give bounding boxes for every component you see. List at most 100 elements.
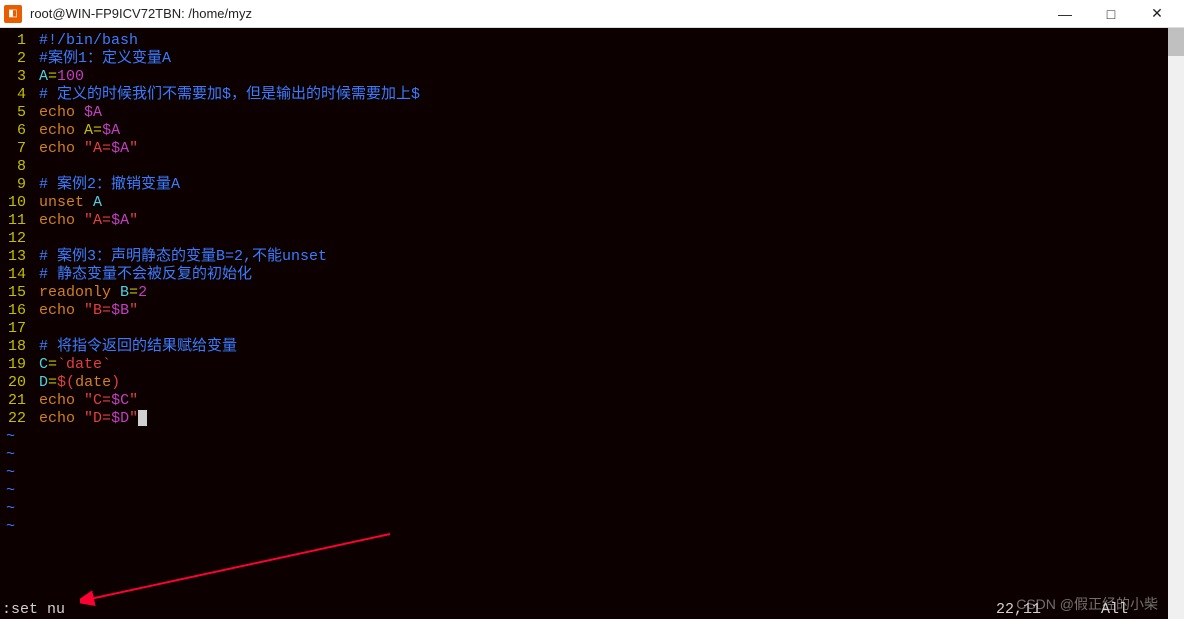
- code-line: 5 echo $A: [0, 104, 1184, 122]
- code-line: 15 readonly B=2: [0, 284, 1184, 302]
- code-segment: # 定义的时候我们不需要加$，但是输出的时候需要加上$: [39, 86, 420, 104]
- code-line: 1 #!/bin/bash: [0, 32, 1184, 50]
- vim-tilde-line: ~: [0, 428, 1184, 446]
- code-line: 18 # 将指令返回的结果赋给变量: [0, 338, 1184, 356]
- text-cursor: [138, 410, 147, 426]
- code-line: 16 echo "B=$B": [0, 302, 1184, 320]
- close-button[interactable]: ✕: [1134, 0, 1180, 28]
- code-line: 8: [0, 158, 1184, 176]
- code-segment: $A: [84, 104, 102, 122]
- code-segment: #案例1：定义变量A: [39, 50, 171, 68]
- code-segment: D=: [93, 410, 111, 428]
- code-segment: echo: [39, 212, 84, 230]
- line-number: 5: [0, 104, 30, 122]
- line-number: 4: [0, 86, 30, 104]
- code-line: 11 echo "A=$A": [0, 212, 1184, 230]
- code-line: 12: [0, 230, 1184, 248]
- line-number: 16: [0, 302, 30, 320]
- code-segment: echo: [39, 104, 84, 122]
- code-segment: D: [39, 374, 48, 392]
- code-line: 4 # 定义的时候我们不需要加$，但是输出的时候需要加上$: [0, 86, 1184, 104]
- code-segment: date: [75, 374, 111, 392]
- code-segment: # 静态变量不会被反复的初始化: [39, 266, 252, 284]
- app-icon: ◧: [4, 5, 22, 23]
- terminal-area[interactable]: 1 #!/bin/bash2 #案例1：定义变量A3 A=1004 # 定义的时…: [0, 28, 1184, 619]
- vertical-scrollbar[interactable]: [1168, 28, 1184, 619]
- code-segment: ": [84, 302, 93, 320]
- line-number: 18: [0, 338, 30, 356]
- line-number: 3: [0, 68, 30, 86]
- code-segment: ": [84, 212, 93, 230]
- code-line: 7 echo "A=$A": [0, 140, 1184, 158]
- code-segment: ": [129, 140, 138, 158]
- vim-tilde-line: ~: [0, 446, 1184, 464]
- line-number: 15: [0, 284, 30, 302]
- code-segment: $D: [111, 410, 129, 428]
- vim-status-line: :set nu 22,11 All: [0, 601, 1168, 619]
- code-segment: $(: [57, 374, 75, 392]
- code-line: 17: [0, 320, 1184, 338]
- window-title-bar: ◧ root@WIN-FP9ICV72TBN: /home/myz — □ ✕: [0, 0, 1184, 28]
- watermark-text: CSDN @假正经的小柴: [1016, 595, 1158, 613]
- code-segment: ": [84, 392, 93, 410]
- code-segment: B=: [93, 302, 111, 320]
- line-number: 13: [0, 248, 30, 266]
- code-segment: ": [129, 392, 138, 410]
- code-segment: echo: [39, 302, 84, 320]
- code-line: 3 A=100: [0, 68, 1184, 86]
- line-number: 20: [0, 374, 30, 392]
- code-segment: ": [129, 410, 138, 428]
- line-number: 2: [0, 50, 30, 68]
- annotation-arrow: [80, 529, 400, 609]
- code-segment: ": [129, 212, 138, 230]
- code-segment: $A: [111, 212, 129, 230]
- line-number: 22: [0, 410, 30, 428]
- line-number: 9: [0, 176, 30, 194]
- code-line: 22 echo "D=$D": [0, 410, 1184, 428]
- code-segment: ): [111, 374, 120, 392]
- window-controls: — □ ✕: [1042, 0, 1180, 28]
- line-number: 10: [0, 194, 30, 212]
- minimize-button[interactable]: —: [1042, 0, 1088, 28]
- maximize-button[interactable]: □: [1088, 0, 1134, 28]
- code-line: 13 # 案例3：声明静态的变量B=2,不能unset: [0, 248, 1184, 266]
- code-line: 20 D=$(date): [0, 374, 1184, 392]
- line-number: 17: [0, 320, 30, 338]
- line-number: 6: [0, 122, 30, 140]
- vim-command: :set nu: [2, 601, 65, 619]
- code-segment: $A: [102, 122, 120, 140]
- code-segment: A: [39, 68, 48, 86]
- code-segment: C=: [93, 392, 111, 410]
- code-segment: echo: [39, 122, 84, 140]
- code-segment: =: [48, 356, 57, 374]
- code-content: 1 #!/bin/bash2 #案例1：定义变量A3 A=1004 # 定义的时…: [0, 32, 1184, 428]
- code-segment: 2: [138, 284, 147, 302]
- code-segment: `date`: [57, 356, 111, 374]
- code-segment: C: [39, 356, 48, 374]
- code-segment: echo: [39, 392, 84, 410]
- line-number: 11: [0, 212, 30, 230]
- code-segment: ": [84, 410, 93, 428]
- code-line: 9 # 案例2：撤销变量A: [0, 176, 1184, 194]
- code-segment: A: [84, 122, 93, 140]
- code-segment: =: [129, 284, 138, 302]
- code-segment: echo: [39, 140, 84, 158]
- code-segment: $A: [111, 140, 129, 158]
- line-number: 8: [0, 158, 30, 176]
- code-segment: A: [84, 194, 102, 212]
- line-number: 1: [0, 32, 30, 50]
- code-segment: =: [93, 122, 102, 140]
- code-line: 10 unset A: [0, 194, 1184, 212]
- code-line: 21 echo "C=$C": [0, 392, 1184, 410]
- empty-lines: ~~~~~~: [0, 428, 1184, 536]
- code-segment: echo: [39, 410, 84, 428]
- scrollbar-thumb[interactable]: [1168, 28, 1184, 56]
- code-line: 6 echo A=$A: [0, 122, 1184, 140]
- vim-tilde-line: ~: [0, 464, 1184, 482]
- line-number: 7: [0, 140, 30, 158]
- code-line: 19 C=`date`: [0, 356, 1184, 374]
- code-segment: B: [120, 284, 129, 302]
- vim-tilde-line: ~: [0, 482, 1184, 500]
- code-segment: $B: [111, 302, 129, 320]
- vim-tilde-line: ~: [0, 500, 1184, 518]
